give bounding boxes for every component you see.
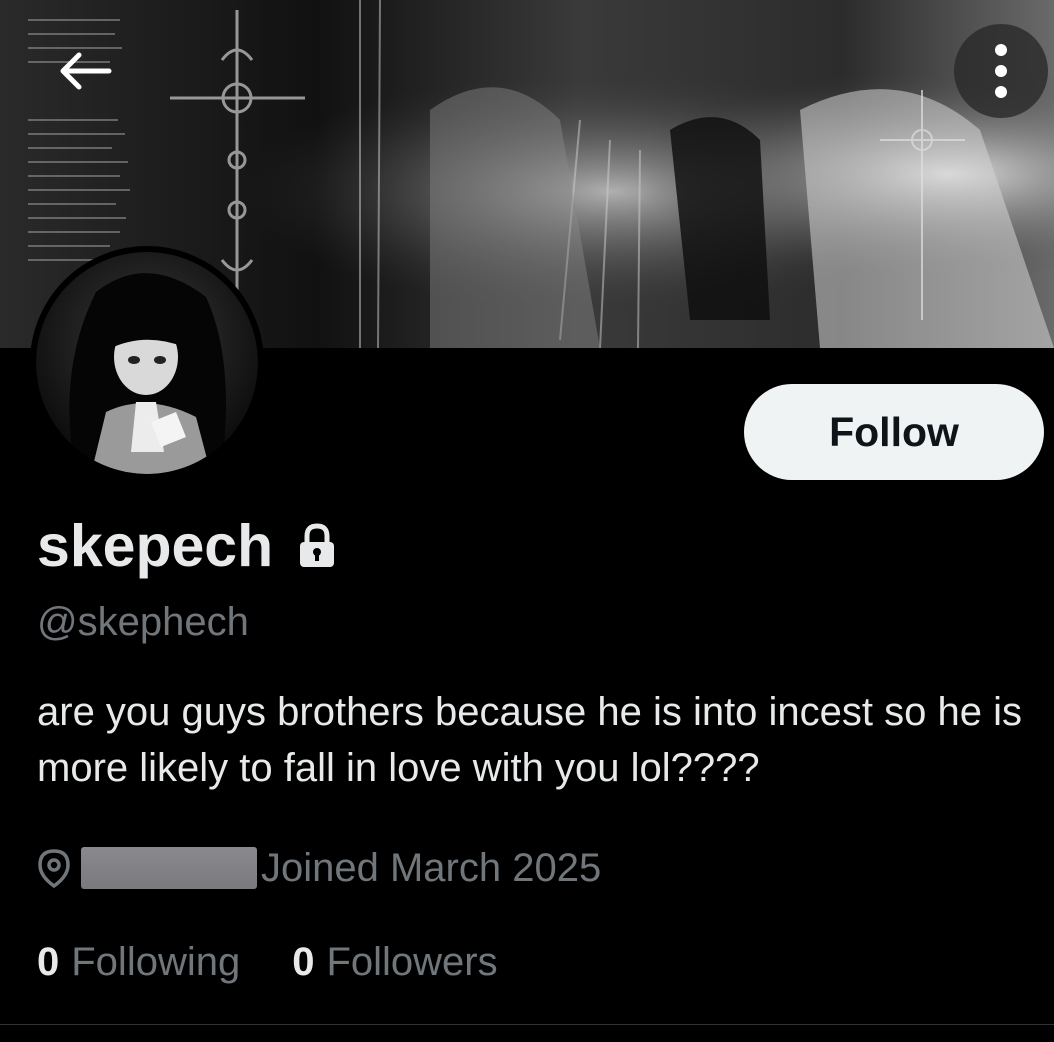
username-handle: @skephech [37, 600, 249, 644]
arrow-left-icon [60, 52, 112, 90]
following-stat[interactable]: 0 Following [37, 940, 240, 985]
display-name: skepech [37, 513, 274, 579]
back-button[interactable] [44, 30, 126, 112]
followers-label: Followers [326, 939, 498, 984]
location-pin-icon [38, 849, 70, 888]
name-row: skepech [37, 508, 337, 584]
profile-bio: are you guys brothers because he is into… [37, 690, 1022, 790]
following-count: 0 [37, 939, 60, 984]
follow-stats: 0 Following 0 Followers [37, 934, 498, 990]
redacted-location [81, 847, 257, 889]
avatar-image [36, 252, 258, 474]
followers-stat[interactable]: 0 Followers [292, 940, 497, 985]
following-label: Following [71, 939, 241, 984]
more-vertical-icon [995, 44, 1007, 98]
follow-button[interactable]: Follow [744, 384, 1044, 480]
lock-icon [300, 523, 335, 567]
protected-account-indicator[interactable] [297, 523, 337, 569]
avatar[interactable] [30, 246, 264, 480]
more-options-button[interactable] [954, 24, 1048, 118]
followers-count: 0 [292, 939, 315, 984]
profile-meta: Joined March 2025 [37, 838, 601, 898]
divider [0, 1024, 1054, 1025]
joined-date: Joined March 2025 [261, 845, 602, 890]
